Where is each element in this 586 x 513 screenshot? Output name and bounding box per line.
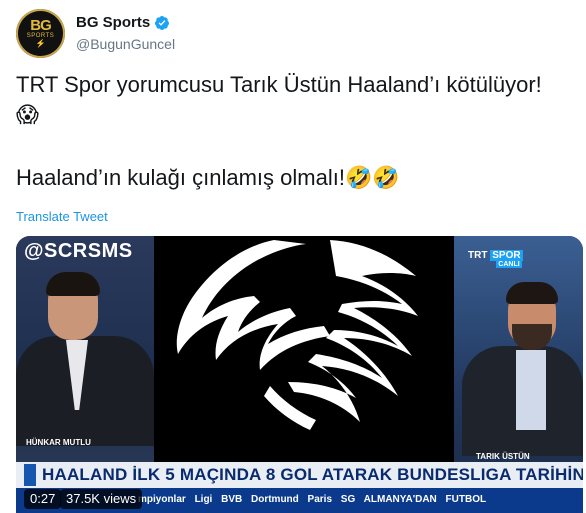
ticker-text: mpiyonlar Ligi BVB Dortmund Paris SG ALM…: [138, 494, 487, 505]
news-headline-bar: HAALAND İLK 5 MAÇINDA 8 GOL ATARAK BUNDE…: [16, 462, 583, 488]
tweet-emoji-line: 😱: [16, 100, 576, 131]
presenter-left-hair: [46, 272, 100, 296]
commentator-right-hair: [506, 282, 558, 304]
translate-tweet-link[interactable]: Translate Tweet: [16, 209, 108, 224]
screaming-face-emoji-icon: 😱: [16, 103, 39, 128]
video-player[interactable]: @SCRSMS TRT SPOR CANLI HÜNKAR MUTLU TARI…: [16, 236, 583, 513]
trt-logo-text: TRT: [468, 250, 488, 261]
avatar[interactable]: BG SPORTS ⚡: [16, 9, 65, 58]
trt-spor-logo: TRT SPOR CANLI: [468, 250, 523, 268]
commentator-right-shirt: [516, 350, 546, 430]
eagle-logo-icon: [176, 240, 418, 430]
video-watermark: @SCRSMS: [24, 240, 133, 262]
live-label: CANLI: [496, 261, 522, 268]
avatar-logo-text: BG: [30, 17, 51, 34]
display-name[interactable]: BG Sports: [76, 14, 150, 31]
tweet-text: TRT Spor yorumcusu Tarık Üstün Haaland’ı…: [16, 70, 576, 194]
video-duration-badge: 0:27: [24, 489, 62, 509]
name-row: BG Sports: [76, 14, 170, 31]
laughing-emoji-icon: 🤣🤣: [344, 166, 400, 191]
lightning-icon: ⚡: [35, 39, 46, 48]
tweet-header: BG SPORTS ⚡ BG Sports @BugunGuncel: [16, 9, 576, 59]
tweet-line-1: TRT Spor yorumcusu Tarık Üstün Haaland’ı…: [16, 70, 576, 100]
left-presenter-name: HÜNKAR MUTLU: [26, 438, 91, 447]
handle[interactable]: @BugunGuncel: [76, 36, 175, 52]
spor-logo-text: SPOR: [490, 250, 523, 261]
headline-tag: [24, 464, 36, 486]
video-center-logo-panel: [154, 236, 454, 462]
news-headline: HAALAND İLK 5 MAÇINDA 8 GOL ATARAK BUNDE…: [42, 465, 583, 484]
right-commentator-name: TARIK ÜSTÜN: [476, 452, 530, 461]
verified-badge-icon: [155, 15, 170, 30]
video-views-badge: 37.5K views: [60, 489, 143, 509]
tweet-line-2-text: Haaland’ın kulağı çınlamış olmalı!: [16, 165, 345, 190]
tweet-line-2: Haaland’ın kulağı çınlamış olmalı!🤣🤣: [16, 163, 576, 194]
tweet-line-1-text: TRT Spor yorumcusu Tarık Üstün Haaland’ı…: [16, 72, 542, 97]
